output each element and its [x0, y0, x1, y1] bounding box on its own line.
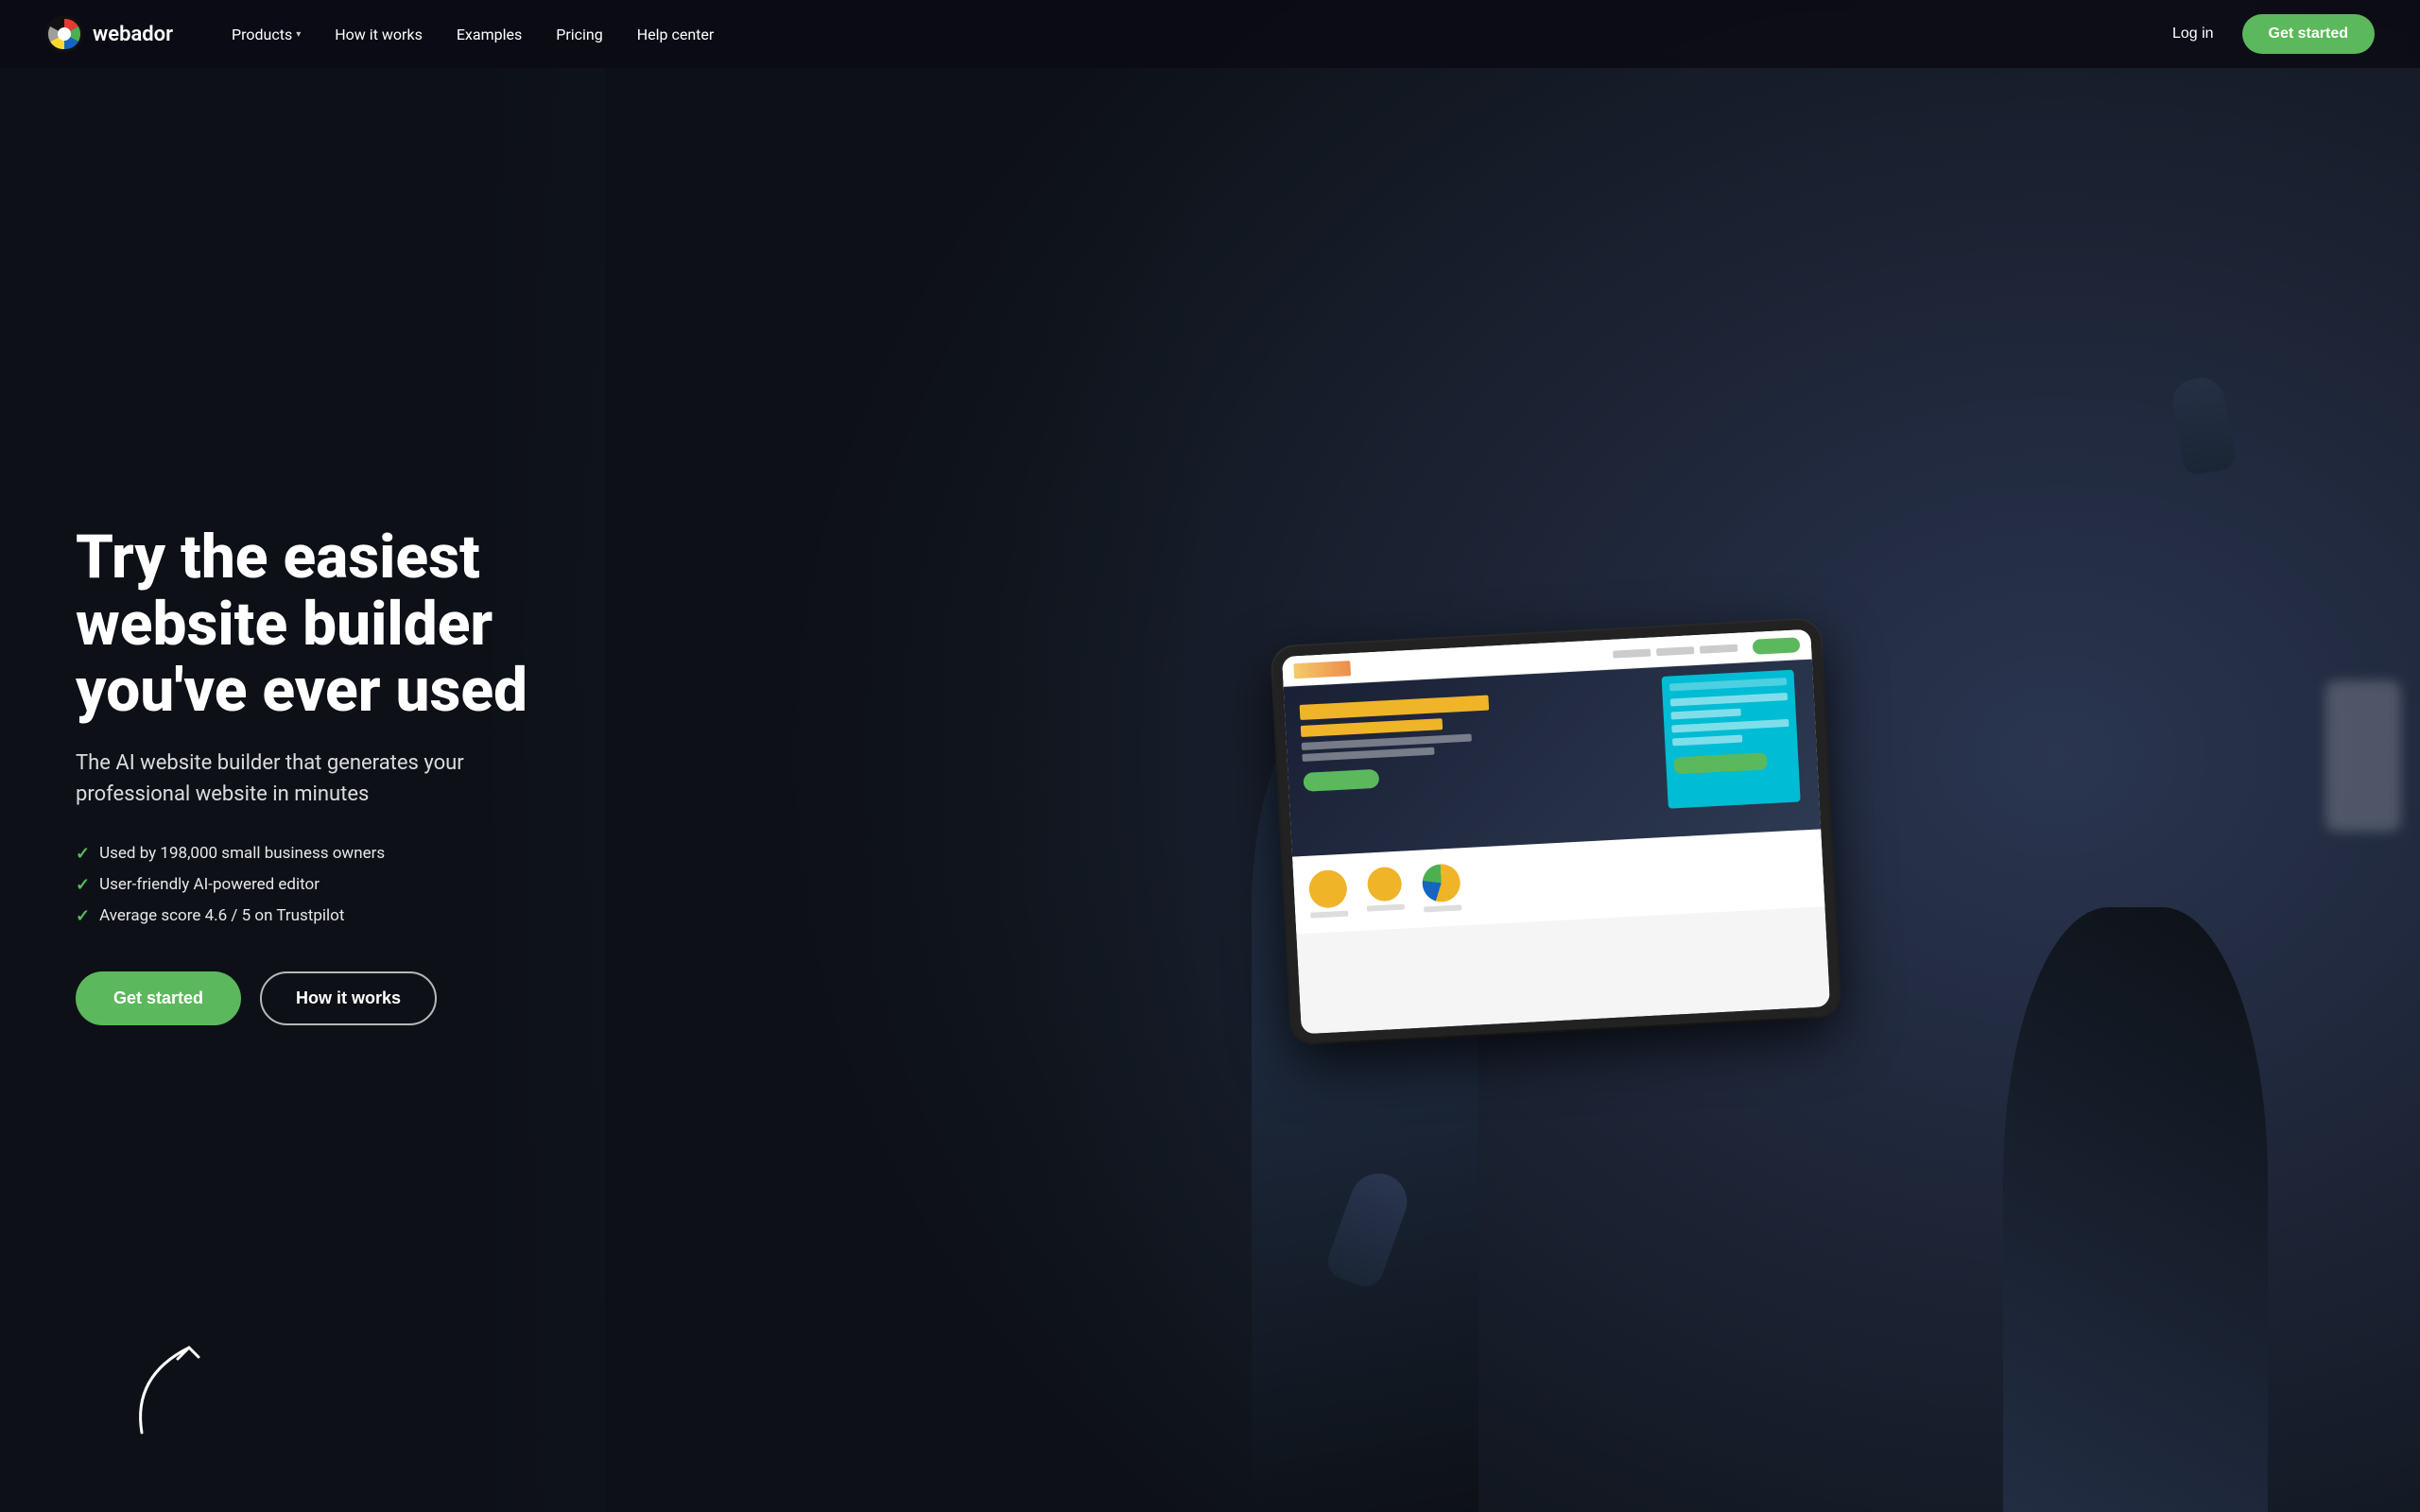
mini-feature-label-3	[1424, 904, 1461, 912]
mini-cta-btn	[1753, 637, 1801, 655]
tablet-mockup	[1271, 619, 1840, 1044]
person-silhouette	[1150, 0, 2420, 1512]
checkmark-icon-1: ✓	[76, 844, 90, 864]
logo-text: webador	[93, 23, 173, 46]
mini-feature-2	[1365, 867, 1406, 916]
mini-popup-line	[1671, 719, 1789, 732]
mini-sub-line1	[1302, 734, 1472, 750]
mini-popup-line	[1671, 709, 1742, 720]
hero-content: Try the easiest website builder you've e…	[0, 411, 662, 1100]
mini-feature-label-2	[1367, 903, 1405, 911]
mini-feature-3	[1422, 863, 1462, 912]
how-it-works-button[interactable]: How it works	[260, 971, 437, 1025]
get-started-hero-button[interactable]: Get started	[76, 971, 241, 1025]
sleeve-right	[2003, 907, 2268, 1512]
mini-popup-line	[1670, 693, 1788, 706]
mini-hero	[1284, 660, 1822, 857]
arrow-icon	[113, 1338, 227, 1452]
mini-feature-icon-2	[1367, 867, 1403, 902]
mini-popup-line	[1672, 735, 1743, 747]
hero-cta-row: Get started How it works	[76, 971, 586, 1025]
hero-bullets: ✓ Used by 198,000 small business owners …	[76, 844, 586, 926]
mini-popup-lines	[1670, 693, 1789, 746]
hero-bullet-1: ✓ Used by 198,000 small business owners	[76, 844, 586, 864]
hero-bullet-2: ✓ User-friendly AI-powered editor	[76, 875, 586, 895]
mini-nav-item	[1700, 644, 1737, 653]
hero-bullet-3: ✓ Average score 4.6 / 5 on Trustpilot	[76, 906, 586, 926]
hero-photo-background	[605, 0, 2420, 1512]
nav-link-help-center[interactable]: Help center	[624, 18, 728, 51]
mini-feature-icon-1	[1308, 869, 1348, 909]
logo-link[interactable]: webador	[45, 15, 173, 53]
mini-nav-item	[1613, 648, 1651, 658]
get-started-nav-button[interactable]: Get started	[2242, 14, 2375, 54]
mini-feature-1	[1308, 869, 1349, 919]
mini-logo	[1293, 661, 1351, 679]
hero-title: Try the easiest website builder you've e…	[76, 524, 586, 724]
tablet-device	[1271, 619, 1840, 1044]
nav-links: Products ▾ How it works Examples Pricing…	[218, 18, 2159, 51]
mini-hero-cta	[1303, 769, 1379, 792]
logo-icon	[45, 15, 83, 53]
checkmark-icon-3: ✓	[76, 906, 90, 926]
mini-popup-title	[1669, 678, 1787, 691]
checkmark-icon-2: ✓	[76, 875, 90, 895]
nav-link-how-it-works[interactable]: How it works	[321, 18, 436, 51]
mini-nav-item	[1656, 646, 1694, 656]
hero-arrow	[113, 1338, 227, 1455]
nav-link-pricing[interactable]: Pricing	[543, 18, 616, 51]
nav-link-examples[interactable]: Examples	[443, 18, 535, 51]
hero-subtitle: The AI website builder that generates yo…	[76, 747, 567, 810]
navbar: webador Products ▾ How it works Examples…	[0, 0, 2420, 68]
nav-actions: Log in Get started	[2159, 14, 2375, 54]
mini-h1-line2	[1301, 718, 1443, 737]
mini-sub-line2	[1302, 747, 1434, 762]
mini-popup-card	[1662, 670, 1801, 809]
tablet-screen	[1282, 629, 1830, 1035]
mini-feature-icon-3	[1422, 863, 1461, 902]
mini-feature-label-1	[1310, 911, 1348, 919]
mini-hero-text	[1300, 696, 1494, 792]
hero-section: Try the easiest website builder you've e…	[0, 0, 2420, 1512]
mini-h1-line1	[1300, 696, 1490, 720]
hand-thumb-right	[2169, 374, 2238, 476]
products-chevron-icon: ▾	[296, 29, 301, 40]
mini-nav-items	[1613, 644, 1737, 658]
mini-popup-cta	[1673, 752, 1768, 774]
nav-link-products[interactable]: Products ▾	[218, 18, 314, 51]
phone-blur	[2325, 680, 2401, 832]
login-button[interactable]: Log in	[2159, 18, 2227, 50]
